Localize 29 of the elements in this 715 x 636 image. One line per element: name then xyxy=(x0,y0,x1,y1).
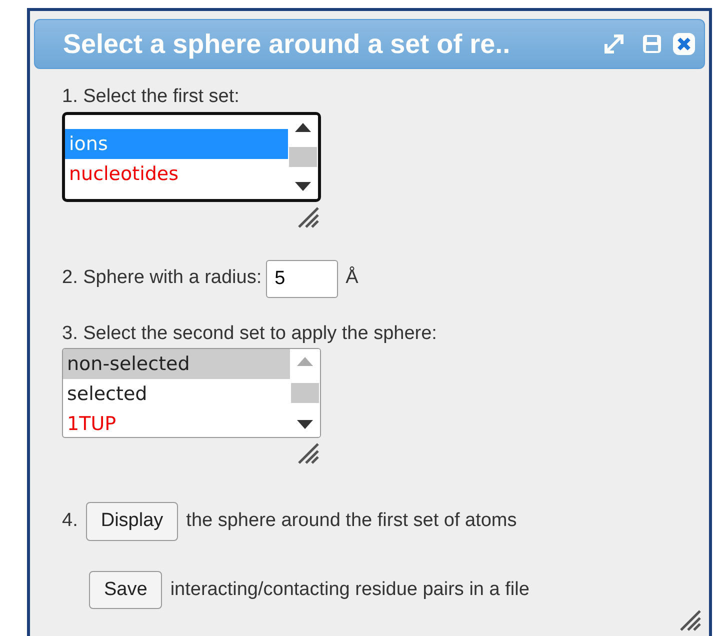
scroll-up-icon xyxy=(296,355,314,367)
step-text: the sphere around the first set of atoms xyxy=(186,509,517,533)
window-title: Select a sphere around a set of re.. xyxy=(63,28,512,61)
scroll-down-icon xyxy=(294,180,312,192)
scrollbar-thumb[interactable] xyxy=(289,146,317,166)
scrollbar-thumb[interactable] xyxy=(291,383,319,403)
resize-grip-icon[interactable] xyxy=(297,442,319,464)
list-box[interactable]: ions nucleotides xyxy=(62,112,321,202)
step-label: 1. Select the first set: xyxy=(62,85,240,109)
step-label: 2. Sphere with a radius: xyxy=(62,266,262,290)
close-icon xyxy=(672,32,696,56)
save-button[interactable]: Save xyxy=(89,570,162,609)
list-option[interactable]: selected xyxy=(63,379,290,409)
list-box[interactable]: non-selected selected 1TUP xyxy=(62,348,321,438)
step-number: 4. xyxy=(62,509,78,533)
resize-grip-icon[interactable] xyxy=(679,609,701,631)
step-label: 3. Select the second set to apply the sphere: xyxy=(62,322,438,346)
display-button[interactable]: Display xyxy=(86,502,178,540)
scroll-up-icon xyxy=(294,120,312,132)
list-option[interactable]: non-selected xyxy=(63,349,290,379)
list-option[interactable]: nucleotides xyxy=(65,158,288,188)
radius-field[interactable]: 5 xyxy=(266,260,338,298)
step-text: interacting/contacting residue pairs in a file xyxy=(170,578,530,602)
scroll-down-icon xyxy=(296,419,314,431)
list-option[interactable]: 1TUP xyxy=(63,409,290,437)
resize-grip-icon[interactable] xyxy=(297,206,319,228)
save-icon xyxy=(642,34,662,54)
unit-label: Å xyxy=(346,265,358,290)
expand-icon xyxy=(604,34,624,54)
